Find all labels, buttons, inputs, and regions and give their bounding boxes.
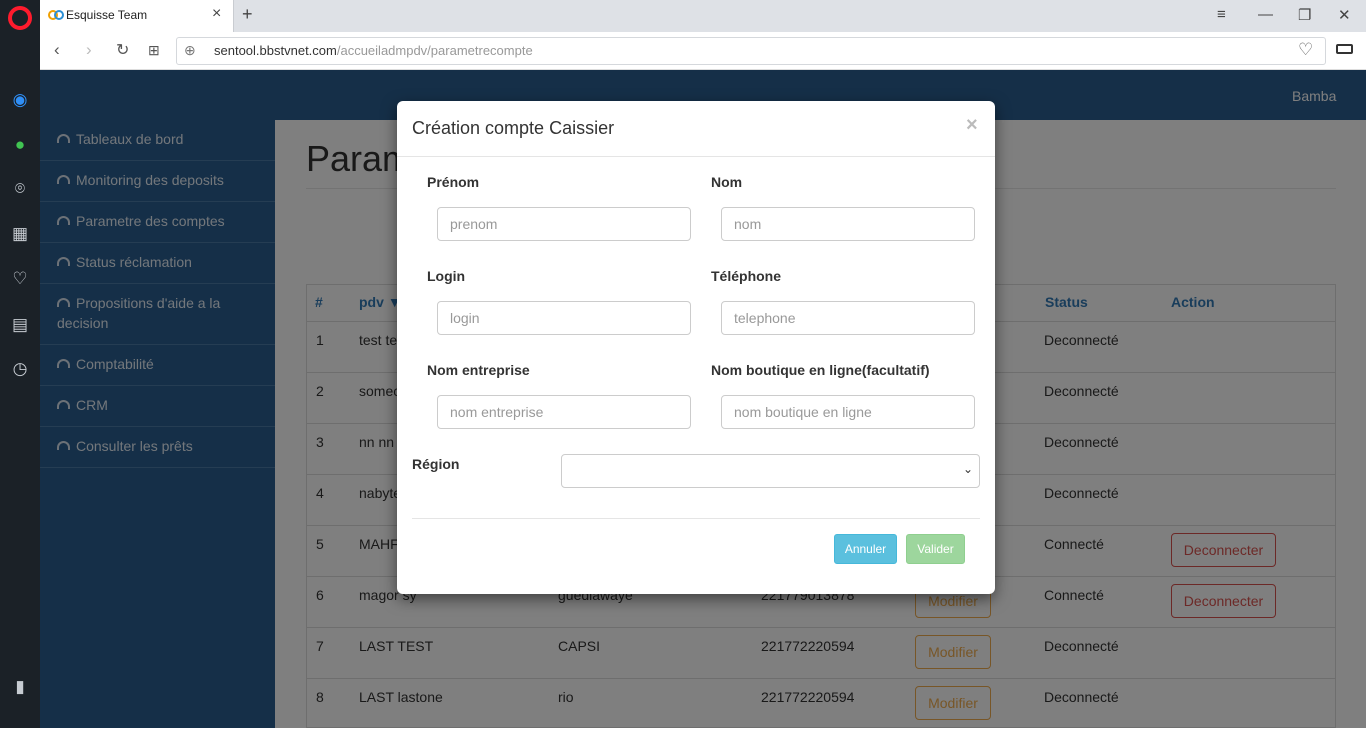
boutique-label: Nom boutique en ligne(facultatif) — [711, 362, 930, 378]
whatsapp-icon[interactable]: ● — [8, 133, 32, 157]
region-select[interactable] — [561, 454, 980, 488]
region-label: Région — [412, 456, 460, 472]
boutique-input[interactable] — [721, 395, 975, 429]
news-icon[interactable]: ▤ — [8, 313, 32, 337]
minimize-button[interactable]: — — [1258, 6, 1273, 23]
restore-button[interactable]: ❐ — [1298, 6, 1311, 24]
reload-icon[interactable]: ↻ — [116, 40, 129, 60]
tab-close-icon[interactable]: × — [212, 5, 221, 23]
prenom-label: Prénom — [427, 174, 480, 190]
new-tab-button[interactable]: + — [242, 4, 253, 25]
battery-icon[interactable] — [1336, 44, 1353, 54]
opera-logo[interactable] — [8, 6, 32, 30]
tab-favicon-icon — [48, 10, 64, 20]
cancel-button[interactable]: Annuler — [834, 534, 897, 564]
forward-icon[interactable]: › — [86, 40, 92, 60]
login-label: Login — [427, 268, 466, 284]
login-input[interactable] — [437, 301, 691, 335]
modal-close-icon[interactable]: × — [966, 114, 978, 137]
entreprise-label: Nom entreprise — [427, 362, 530, 378]
history-icon[interactable]: ◷ — [8, 357, 32, 381]
divider — [397, 156, 995, 157]
divider — [412, 518, 980, 519]
nom-label: Nom — [711, 174, 743, 190]
tabs-overview-icon[interactable]: ⊞ — [148, 42, 160, 59]
tab-menu-icon[interactable]: ≡ — [1217, 6, 1226, 23]
tab-title: Esquisse Team — [66, 8, 148, 22]
messenger-icon[interactable]: ◉ — [8, 88, 32, 112]
globe-icon: ⊕ — [184, 42, 196, 58]
modal-title: Création compte Caissier — [412, 118, 615, 138]
window-close-button[interactable]: ✕ — [1338, 6, 1351, 24]
camera-icon[interactable]: ⌾ — [8, 177, 32, 201]
browser-sidebar: ◉ ● ⌾ ▦ ♡ ▤ ◷ ▮ — [0, 0, 40, 728]
chevron-down-icon: ⌄ — [963, 462, 974, 476]
speed-dial-icon[interactable]: ▦ — [8, 222, 32, 246]
submit-button[interactable]: Valider — [906, 534, 965, 564]
sidebar-toggle-icon[interactable]: ▮ — [8, 675, 32, 699]
create-cashier-modal — [397, 101, 995, 594]
bookmark-heart-icon[interactable]: ♡ — [1298, 40, 1313, 60]
url-text[interactable]: sentool.bbstvnet.com/accueiladmpdv/param… — [214, 43, 533, 58]
telephone-input[interactable] — [721, 301, 975, 335]
tab-strip — [40, 0, 1366, 32]
telephone-label: Téléphone — [711, 268, 782, 284]
nom-input[interactable] — [721, 207, 975, 241]
heart-icon[interactable]: ♡ — [8, 267, 32, 291]
prenom-input[interactable] — [437, 207, 691, 241]
back-icon[interactable]: ‹ — [54, 40, 60, 60]
entreprise-input[interactable] — [437, 395, 691, 429]
